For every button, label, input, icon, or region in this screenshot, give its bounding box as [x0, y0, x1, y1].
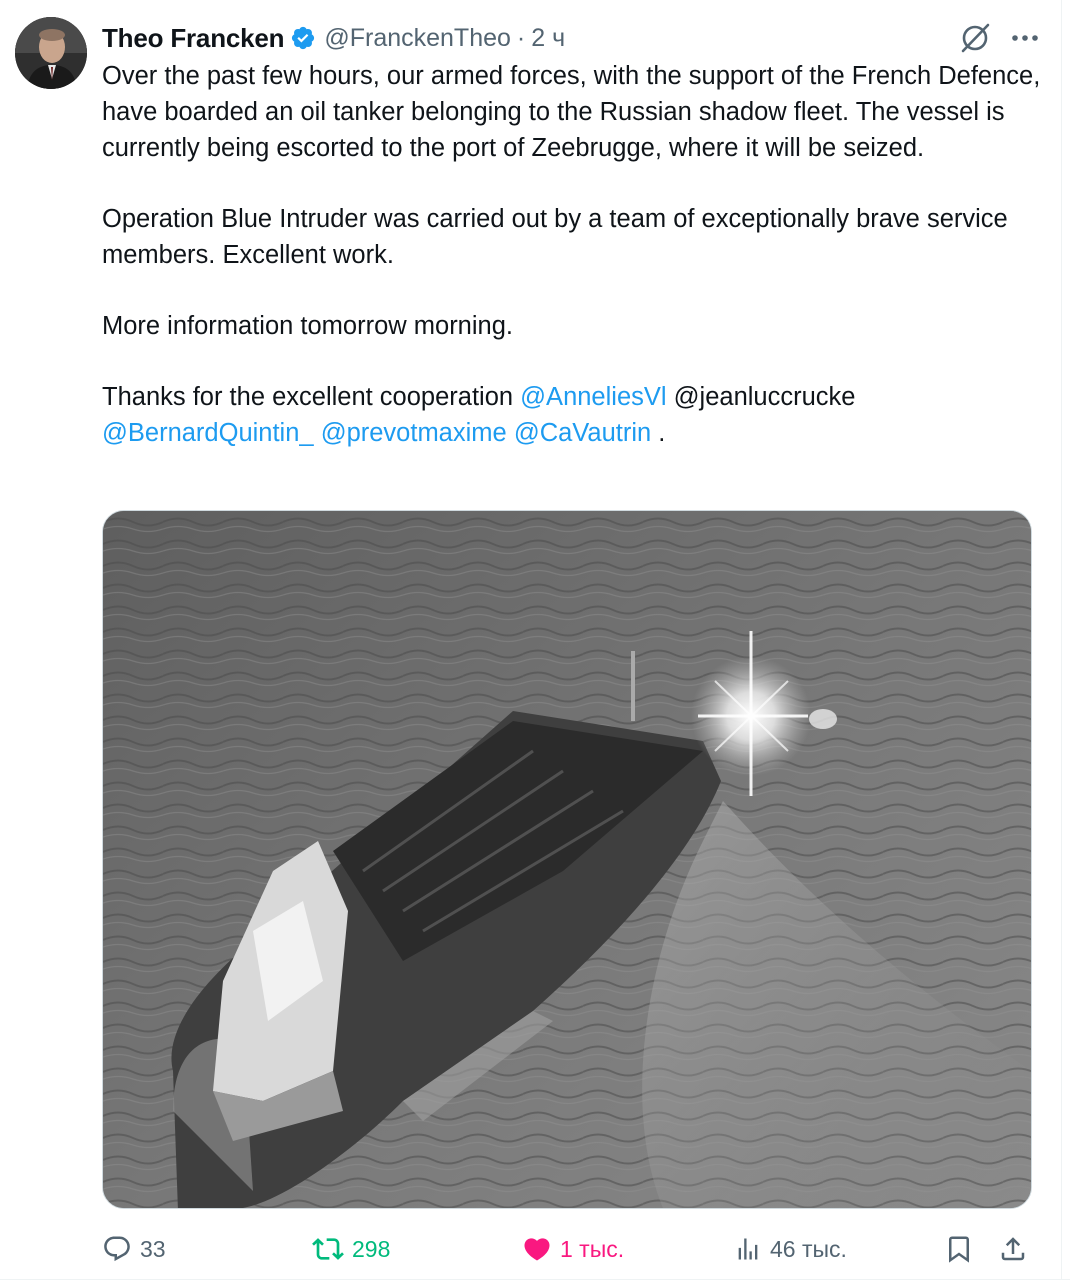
- tweet-header: Theo Francken @FranckenTheo · 2 ч: [102, 18, 1040, 58]
- views-count: 46 тыс.: [770, 1235, 847, 1262]
- reply-button[interactable]: 33: [102, 1226, 166, 1272]
- tweet-paragraph: Over the past few hours, our armed force…: [102, 62, 1041, 162]
- mention-plain[interactable]: @jeanluccrucke: [674, 383, 856, 411]
- reply-count: 33: [140, 1235, 166, 1262]
- mention-link[interactable]: @AnneliesVl: [520, 383, 666, 411]
- tweet-text: Over the past few hours, our armed force…: [102, 58, 1047, 451]
- share-button[interactable]: [998, 1226, 1028, 1272]
- mention-link[interactable]: @CaVautrin: [514, 419, 651, 447]
- author-name[interactable]: Theo Francken: [102, 23, 285, 54]
- bookmark-icon: [949, 1236, 969, 1263]
- reply-icon: [104, 1236, 130, 1262]
- verified-badge-icon[interactable]: [290, 25, 316, 51]
- tweet-paragraph: More information tomorrow morning.: [102, 312, 513, 340]
- tweet-paragraph-mentions: Thanks for the excellent cooperation @An…: [102, 379, 1047, 451]
- tweet-paragraph: Operation Blue Intruder was carried out …: [102, 205, 1008, 269]
- thanks-text: Thanks for the excellent cooperation: [102, 383, 514, 411]
- heart-filled-icon: [524, 1238, 550, 1261]
- post-time[interactable]: 2 ч: [531, 24, 565, 53]
- right-divider: [1061, 0, 1062, 1280]
- avatar-photo: [15, 17, 87, 89]
- repost-button[interactable]: 298: [312, 1226, 390, 1272]
- more-icon[interactable]: [1010, 33, 1040, 43]
- mention-link[interactable]: @BernardQuintin_: [102, 419, 314, 447]
- repost-count: 298: [352, 1235, 391, 1262]
- views-chart-icon: [738, 1238, 758, 1260]
- tweet-media-image[interactable]: [102, 510, 1032, 1209]
- trailing-period: .: [658, 419, 666, 447]
- separator-dot: ·: [516, 23, 526, 52]
- tweet-actions: 33 298 1 тыс. 46 тыс.: [102, 1226, 1032, 1272]
- like-count: 1 тыс.: [560, 1235, 625, 1262]
- mention-link[interactable]: @prevotmaxime: [321, 419, 507, 447]
- repost-icon: [312, 1238, 344, 1260]
- grok-icon[interactable]: [958, 21, 992, 55]
- thermal-tanker-photo: [103, 511, 1031, 1208]
- share-icon: [1001, 1237, 1025, 1261]
- author-handle[interactable]: @FranckenTheo: [324, 24, 511, 53]
- avatar[interactable]: [15, 17, 87, 89]
- views-button[interactable]: 46 тыс.: [734, 1226, 847, 1272]
- like-button[interactable]: 1 тыс.: [522, 1226, 624, 1272]
- bookmark-button[interactable]: [944, 1226, 974, 1272]
